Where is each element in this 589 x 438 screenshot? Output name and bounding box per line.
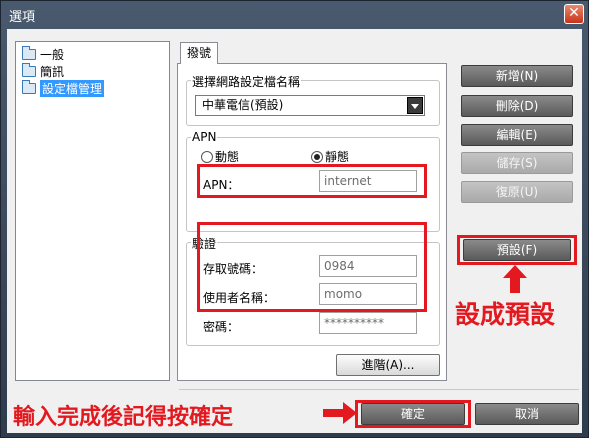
- radio-circle: [201, 150, 213, 163]
- radio-static[interactable]: 靜態: [311, 148, 349, 165]
- radio-static-label: 靜態: [325, 150, 350, 164]
- tab-dial[interactable]: 撥號: [180, 42, 218, 64]
- edit-button[interactable]: 編輯(E): [461, 124, 573, 146]
- radio-dynamic[interactable]: 動態: [201, 148, 239, 165]
- arrow-up-icon: [503, 265, 527, 293]
- arrow-right-icon: [323, 402, 357, 424]
- tree-item-label: 設定檔管理: [40, 79, 105, 97]
- bottom-divider: [179, 389, 579, 390]
- auth-highlight-box: [197, 222, 427, 312]
- restore-button[interactable]: 復原(U): [461, 181, 573, 203]
- add-button[interactable]: 新增(N): [461, 65, 573, 87]
- tree-item-label: 一般: [40, 47, 65, 62]
- password-field[interactable]: **********: [319, 312, 417, 334]
- folder-icon: [22, 62, 36, 77]
- confirm-hint-annotation: 輸入完成後記得按確定: [13, 405, 234, 430]
- advanced-button[interactable]: 進階(A)...: [336, 354, 440, 376]
- apn-highlight-box: [197, 164, 427, 198]
- apn-group-title: APN: [191, 130, 218, 144]
- save-button[interactable]: 儲存(S): [461, 152, 573, 174]
- cancel-button[interactable]: 取消: [475, 403, 579, 425]
- tree-item-profile-management[interactable]: 設定檔管理: [22, 79, 105, 97]
- open-folder-icon: [22, 79, 36, 94]
- dialog-client-area: 一般 簡訊 設定檔管理 撥號 選擇網路設定檔名稱 中華電信(預設) APN 動態…: [7, 29, 582, 433]
- chevron-down-icon[interactable]: [407, 97, 423, 114]
- options-tree: 一般 簡訊 設定檔管理: [15, 41, 170, 381]
- tree-item-sms[interactable]: 簡訊: [22, 62, 65, 79]
- delete-button[interactable]: 刪除(D): [461, 95, 573, 117]
- radio-dynamic-label: 動態: [215, 150, 240, 164]
- tree-item-general[interactable]: 一般: [22, 45, 65, 62]
- close-button[interactable]: ✕: [564, 4, 584, 24]
- folder-icon: [22, 45, 36, 60]
- tree-item-label: 簡訊: [40, 64, 65, 79]
- profile-select[interactable]: 中華電信(預設): [195, 95, 425, 116]
- password-label: 密碼：: [203, 320, 240, 334]
- window-title: 選項: [9, 10, 36, 25]
- set-default-annotation: 設成預設: [455, 300, 556, 329]
- title-bar[interactable]: 選項 ✕: [1, 1, 588, 27]
- ok-highlight-box: [355, 400, 471, 428]
- profile-select-value: 中華電信(預設): [202, 98, 284, 112]
- radio-circle-selected: [311, 150, 323, 163]
- default-highlight-box: [457, 235, 577, 265]
- options-dialog: 選項 ✕ 一般 簡訊 設定檔管理 撥號 選擇網路設定檔名稱 中華電信(預設) A…: [0, 0, 589, 438]
- profile-group-title: 選擇網路設定檔名稱: [191, 73, 302, 90]
- profile-groupbox: 選擇網路設定檔名稱 中華電信(預設): [186, 73, 440, 126]
